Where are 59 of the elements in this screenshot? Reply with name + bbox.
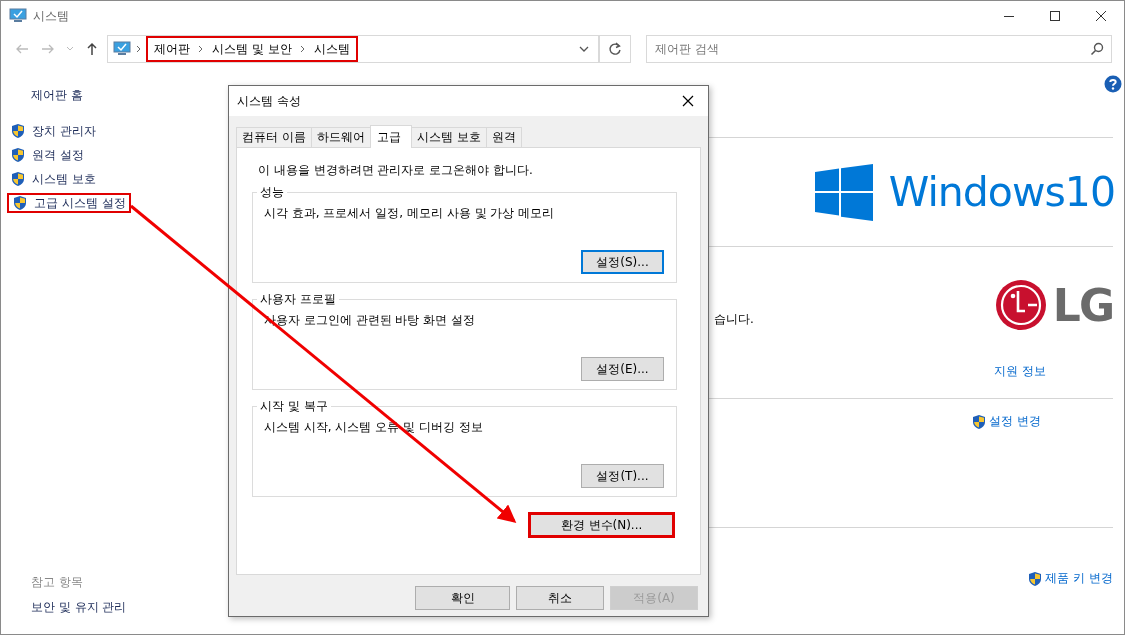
- environment-variables-button[interactable]: 환경 변수(N)...: [528, 512, 675, 538]
- info-text: 습니다.: [714, 311, 754, 328]
- support-link[interactable]: 지원 정보: [994, 363, 1046, 380]
- breadcrumb[interactable]: 시스템 및 보안: [212, 40, 292, 58]
- settings-button[interactable]: 설정(S)...: [581, 250, 664, 274]
- shield-icon: [10, 147, 26, 163]
- shield-icon: [971, 413, 988, 430]
- oem-logo-icon: [994, 279, 1047, 331]
- dialog-button[interactable]: 취소: [516, 586, 604, 610]
- sidebar-link[interactable]: 시스템 보호: [7, 169, 99, 189]
- breadcrumb[interactable]: 제어판: [154, 40, 190, 58]
- search-icon: [1090, 42, 1104, 56]
- sidebar-link[interactable]: 원격 설정: [7, 145, 87, 165]
- group-description: 시각 효과, 프로세서 일정, 메모리 사용 및 가상 메모리: [264, 205, 556, 222]
- close-icon: [682, 95, 694, 107]
- home-link[interactable]: 제어판 홈: [31, 87, 83, 103]
- group-title: 성능: [257, 184, 287, 201]
- caret-icon: [66, 46, 74, 52]
- breadcrumb[interactable]: 시스템: [313, 40, 350, 58]
- settings-button[interactable]: 설정(E)...: [581, 357, 664, 381]
- sidebar-link[interactable]: 장치 관리자: [7, 121, 99, 141]
- group-title: 시작 및 복구: [257, 398, 331, 415]
- refresh-icon: [608, 42, 622, 56]
- group-title: 사용자 프로필: [257, 291, 339, 308]
- monitor-icon: [113, 41, 131, 57]
- dialog-button[interactable]: 확인: [415, 586, 510, 610]
- dialog-title: 시스템 속성: [237, 92, 301, 110]
- windows-logo-text: Windows10: [888, 168, 1115, 216]
- refresh-button[interactable]: [600, 35, 631, 63]
- tab[interactable]: 컴퓨터 이름: [236, 127, 312, 147]
- caret-icon: [578, 46, 589, 52]
- settings-button[interactable]: 설정(T)...: [581, 464, 664, 488]
- help-icon[interactable]: [1104, 75, 1122, 93]
- back-arrow-icon: [15, 43, 29, 55]
- maximize-icon: [1049, 10, 1061, 22]
- change-settings-link[interactable]: 설정 변경: [971, 413, 1041, 430]
- search-field[interactable]: 제어판 검색: [646, 35, 1112, 63]
- chevron-icon: [198, 45, 204, 53]
- oem-logo-text: LG: [1052, 279, 1113, 331]
- see-also-link[interactable]: 보안 및 유지 관리: [31, 599, 127, 616]
- shield-icon: [12, 195, 28, 211]
- monitor-icon: [9, 8, 27, 24]
- address-bar[interactable]: 제어판 시스템 및 보안 시스템: [107, 35, 600, 63]
- chevron-icon: [136, 45, 142, 53]
- shield-icon: [1027, 570, 1044, 587]
- section-heading: 참고 항목: [31, 574, 84, 591]
- tab[interactable]: 고급: [369, 125, 412, 148]
- notice-text: 이 내용을 변경하려면 관리자로 로그온해야 합니다.: [258, 162, 534, 179]
- shield-icon: [10, 171, 26, 187]
- sidebar-link[interactable]: 고급 시스템 설정: [7, 193, 131, 213]
- shield-icon: [10, 123, 26, 139]
- up-arrow-icon: [86, 42, 98, 56]
- product-key-link[interactable]: 제품 키 변경: [1027, 570, 1113, 587]
- window-title: 시스템: [33, 7, 69, 25]
- close-icon: [1095, 10, 1107, 22]
- forward-arrow-icon: [41, 43, 55, 55]
- windows-logo-icon: [814, 163, 873, 221]
- chevron-icon: [299, 45, 306, 53]
- tab[interactable]: 원격: [485, 127, 522, 147]
